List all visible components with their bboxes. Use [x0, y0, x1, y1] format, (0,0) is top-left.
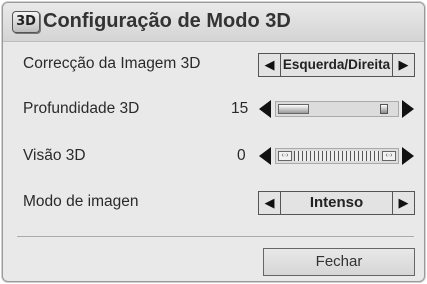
arrow-right-icon[interactable]: ▶	[392, 54, 414, 76]
3d-mode-icon: 3D	[12, 11, 40, 33]
vision-slider[interactable]: ‹·› ‹·›	[275, 148, 399, 164]
depth-slider[interactable]	[275, 101, 399, 117]
vision-slider-ticks	[294, 151, 380, 161]
arrow-left-icon[interactable]	[259, 147, 271, 165]
depth-slider-fill	[278, 104, 309, 114]
divider	[17, 236, 414, 237]
3d-mode-settings-dialog: 3D Configuração de Modo 3D Correcção da …	[2, 2, 425, 282]
slider-left-cap-icon: ‹·›	[278, 151, 292, 161]
slider-right-cap-icon: ‹·›	[382, 151, 396, 161]
picture-mode-label: Modo de imagen	[23, 193, 139, 210]
picture-mode-selector[interactable]: ◀ Intenso ▶	[258, 191, 415, 215]
arrow-right-icon[interactable]	[402, 147, 414, 165]
depth-slider-knob[interactable]	[380, 104, 388, 114]
picture-mode-value: Intenso	[309, 194, 364, 211]
correction-label: Correcção da Imagem 3D	[23, 55, 201, 72]
vision-label: Visão 3D	[23, 147, 86, 164]
arrow-right-icon[interactable]	[402, 100, 414, 118]
depth-label: Profundidade 3D	[23, 100, 140, 117]
correction-selector[interactable]: ◀ Esquerda/Direita ▶	[258, 53, 415, 77]
correction-value: Esquerda/Direita	[282, 57, 391, 72]
dialog-title: Configuração de Modo 3D	[43, 10, 291, 32]
arrow-left-icon[interactable]: ◀	[259, 54, 281, 76]
arrow-left-icon[interactable]	[259, 100, 271, 118]
arrow-left-icon[interactable]: ◀	[259, 192, 281, 214]
close-button[interactable]: Fechar	[263, 248, 415, 276]
depth-value: 15	[231, 100, 249, 117]
arrow-right-icon[interactable]: ▶	[392, 192, 414, 214]
dialog-title-bar: 3D Configuração de Modo 3D	[3, 3, 424, 42]
vision-value: 0	[237, 147, 246, 164]
